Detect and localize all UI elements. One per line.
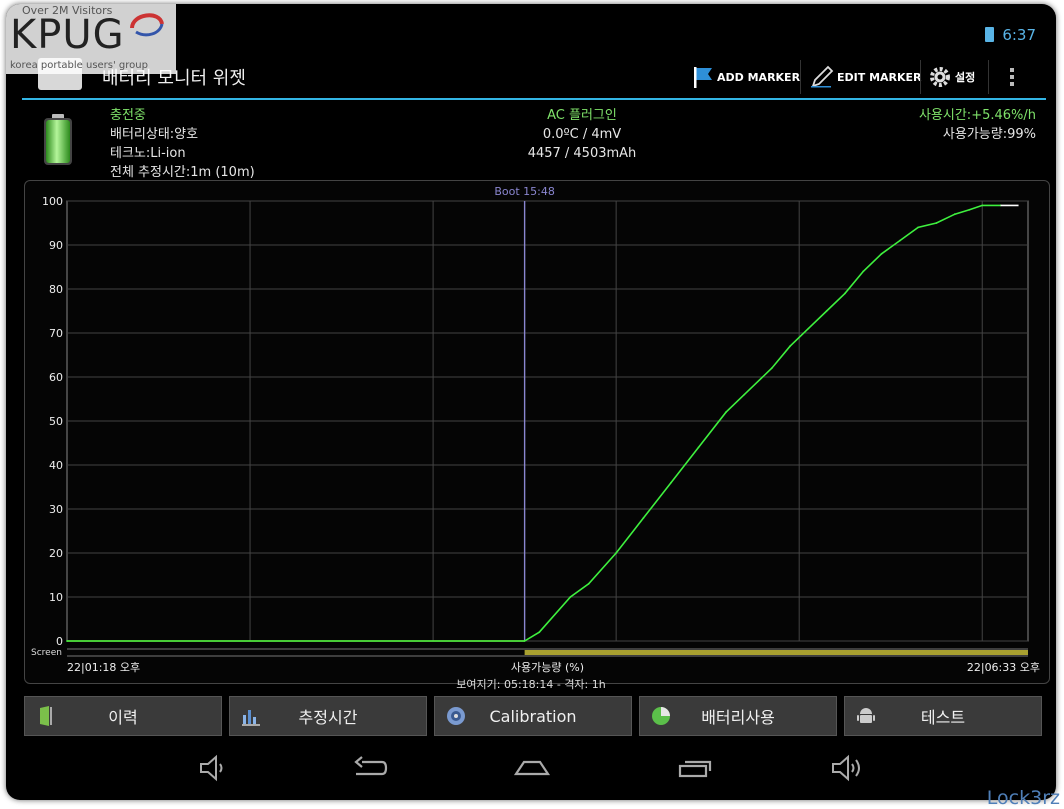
kpug-logo-icon [130, 13, 164, 37]
power-source-info: AC 플러그인 0.0ºC / 4mV 4457 / 4503mAh [432, 106, 732, 163]
pencil-icon [811, 65, 834, 88]
battery-level-icon [44, 114, 72, 165]
data-point [743, 393, 746, 396]
chart-bars-icon [242, 710, 260, 726]
y-tick-label: 20 [49, 547, 63, 560]
y-tick-label: 90 [49, 239, 63, 252]
volume-up-icon[interactable] [830, 754, 866, 782]
status-time: 6:37 [1002, 26, 1036, 44]
volume-down-icon[interactable] [198, 754, 230, 782]
usage-info: 사용시간:+5.46%/h 사용가능량:99% [919, 106, 1036, 144]
kpug-watermark: Over 2M Visitors KPUG korea portable use… [6, 4, 176, 74]
data-point [66, 640, 68, 642]
capacity-mah: 4457 / 4503mAh [527, 146, 637, 161]
battery-chart[interactable]: 0 10 20 30 40 50 60 70 80 90 100 Boot 15:48 Screen 22… [25, 181, 1049, 683]
settings-button[interactable]: 설정 [928, 60, 975, 94]
gear-icon [930, 67, 950, 87]
overflow-menu-icon [1010, 68, 1014, 86]
add-marker-button[interactable]: ADD MARKER [692, 60, 800, 94]
recent-apps-icon[interactable] [676, 754, 714, 782]
calibration-disc-icon [447, 707, 465, 725]
battery-info-panel: 충전중 배터리상태:양호 테크노:Li-ion 전체 추정시간:1m (10m)… [22, 104, 1046, 184]
action-bar-divider [22, 98, 1046, 100]
data-point [697, 446, 700, 449]
y-tick-label: 30 [49, 503, 63, 516]
estimate-time-button[interactable]: 추정시간 [229, 696, 427, 736]
android-icon [857, 708, 875, 723]
data-point [898, 239, 901, 242]
data-point [917, 226, 920, 229]
data-point [615, 552, 618, 554]
battery-status-icon [985, 27, 995, 42]
y-tick-label: 10 [49, 591, 63, 604]
boot-marker-label: Boot 15:48 [494, 185, 555, 198]
data-point [725, 411, 727, 414]
x-end-label: 22|06:33 오후 [967, 661, 1040, 674]
data-point [935, 222, 938, 224]
data-point [807, 327, 810, 330]
tablet-screen: Over 2M Visitors KPUG korea portable use… [6, 4, 1056, 800]
data-point [642, 516, 645, 519]
plug-type: AC 플러그인 [547, 108, 617, 123]
settings-label: 설정 [955, 71, 976, 84]
data-point [523, 640, 526, 642]
data-point [587, 582, 590, 585]
y-tick-label: 100 [42, 195, 63, 208]
battery-level-line [67, 204, 1001, 642]
y-tick-label: 80 [49, 283, 63, 296]
overflow-menu-button[interactable] [1008, 60, 1019, 94]
data-point [981, 204, 984, 207]
action-separator [920, 60, 921, 94]
corner-watermark: Lock3rz [986, 787, 1060, 809]
screen-on-bar [524, 650, 1028, 655]
y-tick-label: 40 [49, 459, 63, 472]
data-point [825, 310, 828, 312]
x-start-label: 22|01:18 오후 [67, 661, 140, 674]
watermark-subtitle: korea portable users' group [10, 60, 148, 71]
y-tick-label: 70 [49, 327, 63, 340]
y-tick-label: 50 [49, 415, 63, 428]
data-point [770, 367, 773, 370]
data-point [844, 292, 846, 295]
action-separator [800, 60, 801, 94]
pie-chart-icon [652, 707, 670, 725]
flag-icon [694, 67, 712, 88]
data-point [953, 213, 956, 216]
watermark-logo: KPUG [10, 12, 125, 58]
back-icon[interactable] [352, 754, 388, 782]
bottom-button-row: 이력 추정시간 Calibration 배터리사용 테스트 [24, 696, 1044, 736]
available-percent: 사용가능량:99% [942, 127, 1036, 142]
data-point [968, 208, 971, 211]
calibration-button[interactable]: Calibration [434, 696, 632, 736]
screen-label: Screen [31, 648, 62, 658]
data-point [789, 345, 791, 348]
system-nav-bar [6, 742, 1056, 794]
history-button[interactable]: 이력 [24, 696, 222, 736]
data-point [880, 252, 883, 255]
test-button[interactable]: 테스트 [844, 696, 1042, 736]
usage-rate: 사용시간:+5.46%/h [918, 108, 1036, 123]
chart-range-info: 보여지기: 05:18:14 - 격자: 1h [456, 678, 606, 691]
data-point [670, 481, 672, 484]
y-tick-label: 60 [49, 371, 63, 384]
status-bar: 6:37 [985, 26, 1036, 44]
battery-health: 배터리상태:양호 [110, 127, 199, 142]
edit-marker-label: EDIT MARKER [837, 70, 922, 84]
battery-technology: 테크노:Li-ion [110, 146, 186, 161]
y-tick-label: 0 [56, 635, 63, 648]
charging-status: 충전중 [110, 108, 146, 123]
data-point [569, 596, 572, 598]
action-separator [988, 60, 989, 94]
battery-chart-panel[interactable]: 0 10 20 30 40 50 60 70 80 90 100 Boot 15:48 Screen 22… [24, 180, 1050, 684]
data-point [862, 270, 865, 273]
edit-marker-button[interactable]: EDIT MARKER [810, 60, 922, 94]
door-icon [40, 706, 52, 726]
data-point [538, 631, 541, 634]
x-axis-label: 사용가능량 (%) [511, 661, 584, 674]
temperature-voltage: 0.0ºC / 4mV [542, 127, 622, 142]
add-marker-label: ADD MARKER [717, 70, 801, 84]
battery-status-text: 충전중 배터리상태:양호 테크노:Li-ion 전체 추정시간:1m (10m) [110, 106, 255, 182]
home-icon[interactable] [512, 754, 552, 782]
battery-usage-button[interactable]: 배터리사용 [639, 696, 837, 736]
